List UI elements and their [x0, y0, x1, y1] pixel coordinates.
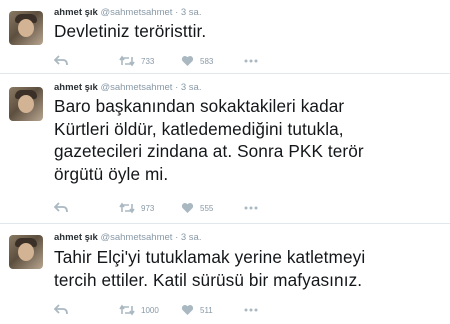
retweet-button[interactable]: 973	[119, 201, 154, 215]
reply-icon	[54, 55, 68, 67]
more-button[interactable]	[244, 201, 258, 215]
like-count: 583	[200, 56, 214, 66]
like-count: 555	[200, 203, 214, 213]
heart-icon	[181, 304, 194, 316]
like-button[interactable]: 511	[181, 303, 213, 317]
heart-icon	[181, 202, 194, 214]
tweet-3[interactable]: ahmet şık @sahmetsahmet · 3 sa. Tahir El…	[0, 224, 450, 324]
tweet-2[interactable]: ahmet şık @sahmetsahmet · 3 sa. Baro baş…	[0, 74, 450, 222]
time-separator: ·	[175, 82, 179, 93]
reply-button[interactable]	[54, 54, 68, 68]
tweet-actions: 1000 511	[54, 303, 284, 317]
heart-icon	[181, 55, 194, 67]
tweet-text: Baro başkanından sokaktakileri kadar Kür…	[54, 96, 364, 185]
tweet-1[interactable]: ahmet şık @sahmetsahmet · 3 sa. Devletin…	[0, 0, 450, 72]
author-handle[interactable]: @sahmetsahmet	[100, 82, 172, 93]
more-icon	[244, 59, 258, 63]
like-button[interactable]: 583	[181, 54, 213, 68]
retweet-count: 733	[141, 56, 155, 66]
retweet-count: 1000	[141, 305, 159, 315]
more-icon	[244, 308, 258, 312]
retweet-icon	[119, 304, 135, 316]
retweet-icon	[119, 55, 135, 67]
tweet-time[interactable]: 3 sa.	[181, 7, 202, 18]
time-separator: ·	[175, 7, 179, 18]
author-name[interactable]: ahmet şık	[54, 82, 98, 93]
more-button[interactable]	[244, 303, 258, 317]
tweet-time[interactable]: 3 sa.	[181, 82, 202, 93]
tweet-header: ahmet şık @sahmetsahmet · 3 sa.	[54, 232, 201, 243]
tweet-text: Devletiniz teröristtir.	[54, 21, 207, 41]
author-handle[interactable]: @sahmetsahmet	[100, 232, 172, 243]
tweet-time[interactable]: 3 sa.	[181, 232, 202, 243]
author-name[interactable]: ahmet şık	[54, 232, 98, 243]
tweet-header: ahmet şık @sahmetsahmet · 3 sa.	[54, 7, 201, 18]
avatar[interactable]	[9, 87, 43, 121]
reply-button[interactable]	[54, 201, 68, 215]
retweet-button[interactable]: 733	[119, 54, 154, 68]
author-handle[interactable]: @sahmetsahmet	[100, 7, 172, 18]
like-button[interactable]: 555	[181, 201, 213, 215]
retweet-button[interactable]: 1000	[119, 303, 159, 317]
avatar[interactable]	[9, 235, 43, 269]
more-icon	[244, 206, 258, 210]
tweet-text: Tahir Elçi'yi tutuklamak yerine katletme…	[54, 247, 366, 290]
tweet-header: ahmet şık @sahmetsahmet · 3 sa.	[54, 82, 201, 93]
like-count: 511	[200, 305, 213, 315]
retweet-icon	[119, 202, 135, 214]
avatar[interactable]	[9, 11, 43, 45]
tweet-actions: 733 583	[54, 54, 284, 68]
tweet-actions: 973 555	[54, 201, 284, 215]
reply-icon	[54, 304, 68, 316]
reply-icon	[54, 202, 68, 214]
more-button[interactable]	[244, 54, 258, 68]
time-separator: ·	[175, 232, 179, 243]
author-name[interactable]: ahmet şık	[54, 7, 98, 18]
reply-button[interactable]	[54, 303, 68, 317]
retweet-count: 973	[141, 203, 155, 213]
